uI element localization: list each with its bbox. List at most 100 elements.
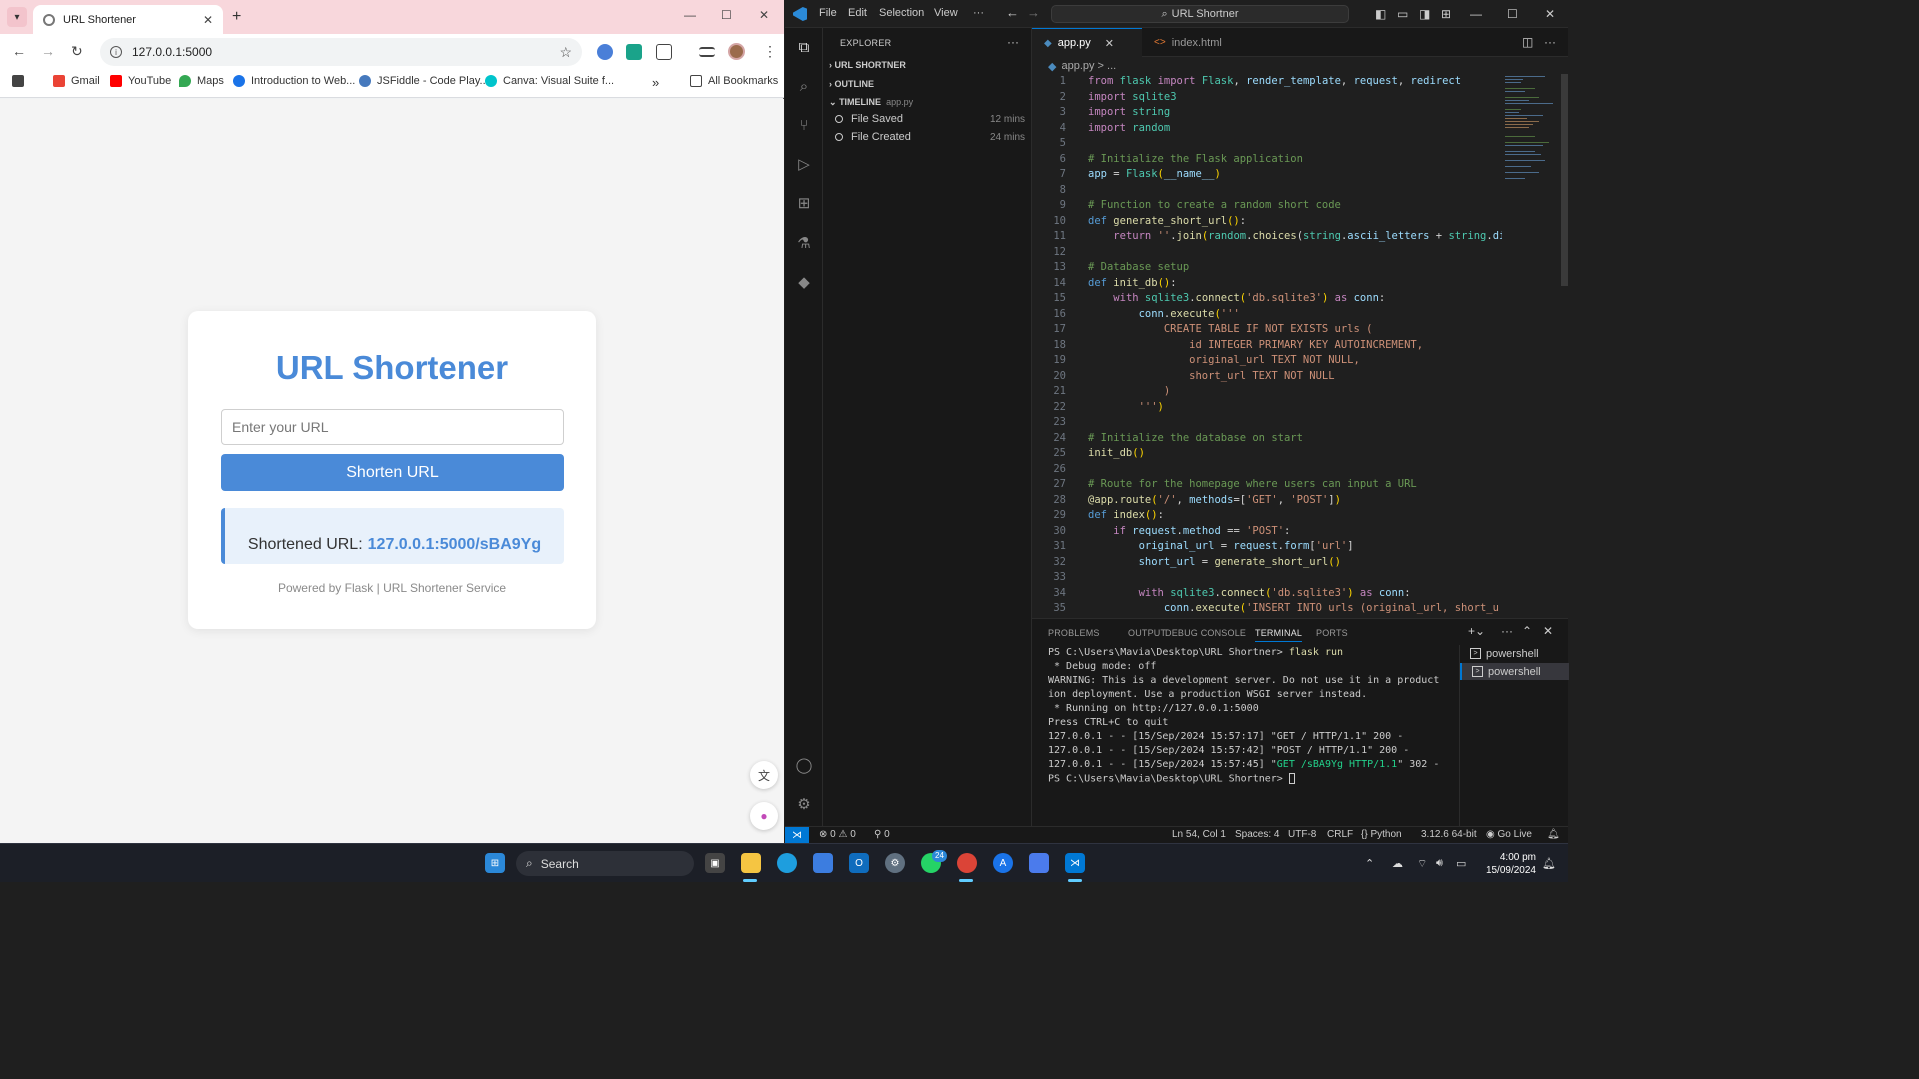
terminal-item[interactable]: > powershell: [1460, 645, 1569, 662]
profile-avatar[interactable]: [728, 43, 745, 60]
notifications-icon[interactable]: 🔔︎: [1547, 829, 1560, 840]
minimize-icon[interactable]: —: [1470, 7, 1482, 21]
battery-icon[interactable]: ▭: [1456, 857, 1466, 870]
edge-icon[interactable]: [777, 853, 797, 873]
tab-app-py[interactable]: ◆ app.py ✕: [1032, 28, 1142, 57]
encoding[interactable]: UTF-8: [1288, 829, 1316, 840]
file-explorer-icon[interactable]: [741, 853, 761, 873]
forward-icon[interactable]: →: [41, 43, 55, 59]
menu-selection[interactable]: Selection: [879, 7, 924, 19]
reload-icon[interactable]: ↻: [71, 43, 83, 60]
system-clock[interactable]: 4:00 pm 15/09/2024: [1478, 851, 1536, 877]
maximize-panel-icon[interactable]: ⌃: [1522, 624, 1532, 638]
tab-search-button[interactable]: ▾: [7, 7, 27, 27]
extensions-puzzle-icon[interactable]: [656, 44, 672, 60]
toggle-secondary-sidebar-icon[interactable]: ◨: [1419, 7, 1430, 21]
accounts-icon[interactable]: ◯: [794, 756, 814, 776]
minimize-icon[interactable]: —: [684, 8, 696, 22]
wifi-icon[interactable]: ⌔: [1417, 857, 1427, 871]
testing-flask-icon[interactable]: ⚗: [794, 234, 814, 254]
maximize-icon[interactable]: ☐: [1507, 7, 1518, 21]
translate-icon[interactable]: 文: [750, 761, 778, 789]
problems-status[interactable]: ⊗ 0 ⚠ 0: [819, 829, 856, 840]
close-tab-icon[interactable]: ✕: [1105, 37, 1114, 50]
toggle-sidebar-icon[interactable]: ◧: [1375, 7, 1386, 21]
extension-icon[interactable]: [597, 44, 613, 60]
outlook-icon[interactable]: O: [849, 853, 869, 873]
explorer-more-icon[interactable]: ···: [1007, 35, 1019, 49]
split-editor-icon[interactable]: ◫: [1522, 35, 1533, 49]
scrollbar-thumb[interactable]: [1561, 74, 1568, 286]
back-icon[interactable]: ←: [12, 43, 26, 59]
onedrive-icon[interactable]: ☁: [1392, 857, 1403, 870]
menu-file[interactable]: File: [819, 7, 837, 19]
windows-start-icon[interactable]: ⊞: [485, 853, 505, 873]
bookmark-intro-web[interactable]: Introduction to Web...: [233, 75, 355, 87]
extension-icon[interactable]: [626, 44, 642, 60]
bookmark-star-icon[interactable]: ☆: [559, 44, 572, 61]
nav-forward-icon[interactable]: →: [1027, 5, 1040, 20]
apps-icon[interactable]: [12, 75, 30, 87]
language-mode[interactable]: {} Python: [1361, 829, 1402, 840]
source-control-icon[interactable]: ⑂: [794, 116, 814, 136]
more-menu-icon[interactable]: ⋮: [763, 43, 777, 60]
bookmark-maps[interactable]: Maps: [179, 75, 224, 87]
panel-tab-terminal[interactable]: TERMINAL: [1255, 628, 1303, 642]
minimap[interactable]: [1501, 74, 1559, 184]
all-bookmarks-button[interactable]: All Bookmarks: [690, 75, 778, 87]
address-bar[interactable]: i 127.0.0.1:5000 ☆: [100, 38, 582, 66]
extensions-icon[interactable]: ⊞: [794, 194, 814, 214]
cursor-position[interactable]: Ln 54, Col 1: [1172, 829, 1226, 840]
eol[interactable]: CRLF: [1327, 829, 1353, 840]
timeline-item[interactable]: File Created 24 mins: [835, 131, 1025, 143]
short-url-link[interactable]: 127.0.0.1:5000/sBA9Yg: [368, 536, 541, 554]
python-icon[interactable]: ◆: [794, 273, 814, 293]
editor-scrollbar[interactable]: [1559, 74, 1568, 616]
shorten-url-button[interactable]: Shorten URL: [221, 454, 564, 491]
command-center-search[interactable]: ⌕ URL Shortner: [1051, 5, 1349, 23]
new-terminal-icon[interactable]: +⌄: [1468, 624, 1485, 638]
bookmark-youtube[interactable]: YouTube: [110, 75, 171, 87]
breadcrumb[interactable]: ◆ app.py > ...: [1032, 57, 1568, 75]
bookmark-canva[interactable]: Canva: Visual Suite f...: [485, 75, 614, 87]
timeline-item[interactable]: File Saved 12 mins: [835, 113, 1025, 125]
store-icon[interactable]: [813, 853, 833, 873]
ai-brain-icon[interactable]: ●: [750, 802, 778, 830]
nav-back-icon[interactable]: ←: [1006, 5, 1019, 20]
code-editor[interactable]: 1 from flask import Flask, render_templat…: [1032, 74, 1502, 616]
tab-index-html[interactable]: <> index.html: [1142, 28, 1234, 57]
menu-view[interactable]: View: [934, 7, 958, 19]
close-window-icon[interactable]: ✕: [759, 8, 769, 22]
notification-bell-icon[interactable]: 🔔︎: [1542, 857, 1556, 870]
panel-tab-output[interactable]: OUTPUT: [1128, 628, 1166, 638]
search-icon[interactable]: ⌕: [794, 77, 814, 97]
editor-more-icon[interactable]: ···: [1544, 35, 1556, 49]
panel-tab-ports[interactable]: PORTS: [1316, 628, 1348, 638]
toggle-panel-icon[interactable]: ▭: [1397, 7, 1408, 21]
run-debug-icon[interactable]: ▷: [794, 155, 814, 175]
app-icon[interactable]: A: [993, 853, 1013, 873]
task-view-icon[interactable]: ▣: [705, 853, 725, 873]
menu-edit[interactable]: Edit: [848, 7, 867, 19]
explorer-icon[interactable]: ⧉: [794, 38, 814, 58]
section-outline[interactable]: › OUTLINE: [829, 79, 874, 89]
more-bookmarks-icon[interactable]: »: [652, 75, 659, 90]
python-interpreter[interactable]: 3.12.6 64-bit: [1421, 829, 1477, 840]
settings-gear-icon[interactable]: ⚙: [885, 853, 905, 873]
close-window-icon[interactable]: ✕: [1545, 7, 1555, 21]
vscode-taskbar-icon[interactable]: ⋊: [1065, 853, 1085, 873]
settings-gear-icon[interactable]: ⚙: [794, 795, 814, 815]
tray-overflow-icon[interactable]: ⌃: [1365, 857, 1374, 870]
go-live-button[interactable]: ◉ Go Live: [1486, 829, 1532, 840]
ports-status[interactable]: ⚲ 0: [874, 829, 890, 840]
browser-tab[interactable]: URL Shortener ✕: [33, 5, 223, 34]
close-panel-icon[interactable]: ✕: [1543, 624, 1553, 638]
panel-more-icon[interactable]: ···: [1501, 624, 1513, 638]
section-project[interactable]: › URL SHORTNER: [829, 60, 906, 70]
indentation[interactable]: Spaces: 4: [1235, 829, 1279, 840]
url-input[interactable]: Enter your URL: [221, 409, 564, 445]
taskbar-search[interactable]: ⌕ Search: [516, 851, 694, 876]
panel-tab-debug-console[interactable]: DEBUG CONSOLE: [1165, 628, 1246, 638]
copilot-icon[interactable]: [1029, 853, 1049, 873]
bookmark-jsfiddle[interactable]: JSFiddle - Code Play...: [359, 75, 489, 87]
